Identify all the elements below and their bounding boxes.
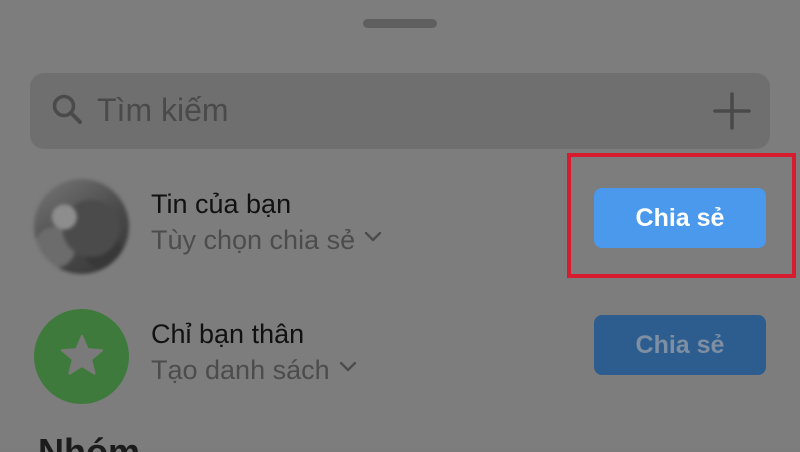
search-input[interactable] — [97, 87, 657, 133]
share-options-dropdown[interactable]: Tùy chọn chia sẻ — [151, 224, 383, 256]
share-close-friends-button[interactable]: Chia sẻ — [594, 315, 766, 375]
close-friends-avatar — [34, 309, 129, 404]
your-story-row: Tin của bạn Tùy chọn chia sẻ Chia sẻ — [0, 155, 800, 283]
share-story-button[interactable]: Chia sẻ — [594, 188, 766, 248]
section-heading-partial: Nhóm — [38, 432, 148, 452]
search-icon — [50, 92, 84, 126]
star-icon — [58, 332, 106, 380]
share-sheet: Tin của bạn Tùy chọn chia sẻ Chia sẻ Chỉ… — [0, 0, 800, 452]
row-subtitle: Tùy chọn chia sẻ — [151, 225, 356, 255]
plus-icon[interactable] — [712, 91, 752, 131]
section-heading: Nhóm — [38, 434, 140, 452]
chevron-down-icon — [338, 357, 358, 377]
row-title: Tin của bạn — [151, 189, 292, 219]
close-friends-row: Chỉ bạn thân Tạo danh sách Chia sẻ — [0, 285, 800, 413]
row-subtitle: Tạo danh sách — [151, 355, 330, 385]
sheet-grabber[interactable] — [363, 19, 437, 28]
avatar — [34, 179, 129, 274]
row-title: Chỉ bạn thân — [151, 319, 305, 349]
create-list-dropdown[interactable]: Tạo danh sách — [151, 354, 358, 386]
chevron-down-icon — [363, 227, 383, 247]
